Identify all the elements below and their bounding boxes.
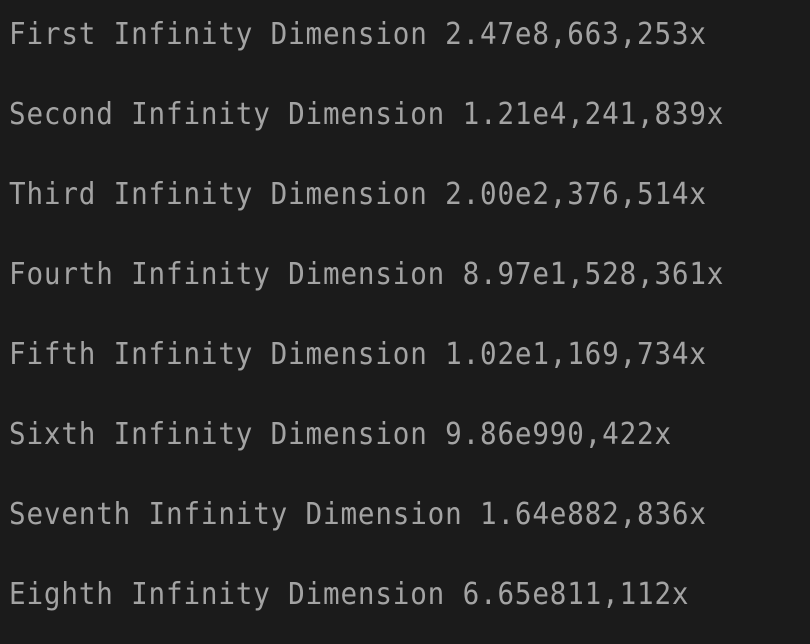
infinity-dimension-list: First Infinity Dimension 2.47e8,663,253x… [0,0,810,644]
dimension-multiplier: 1.02e1,169,734x [445,337,707,372]
dimension-name: Fifth Infinity Dimension [9,337,428,372]
infinity-dimension-1-row: First Infinity Dimension 2.47e8,663,253x [9,15,707,55]
infinity-dimension-8-row: Eighth Infinity Dimension 6.65e811,112x [9,575,689,615]
dimension-multiplier: 1.21e4,241,839x [462,97,725,132]
dimension-name: First Infinity Dimension [9,17,428,52]
infinity-dimension-2-row: Second Infinity Dimension 1.21e4,241,839… [9,95,724,135]
dimension-multiplier: 9.86e990,422x [445,417,672,452]
infinity-dimension-7-row: Seventh Infinity Dimension 1.64e882,836x [9,495,707,535]
infinity-dimension-5-row: Fifth Infinity Dimension 1.02e1,169,734x [9,335,707,375]
dimension-name: Fourth Infinity Dimension [9,257,446,292]
dimension-multiplier: 2.00e2,376,514x [445,177,707,212]
infinity-dimension-3-row: Third Infinity Dimension 2.00e2,376,514x [9,175,707,215]
dimension-name: Third Infinity Dimension [9,177,428,212]
dimension-multiplier: 2.47e8,663,253x [445,17,707,52]
infinity-dimension-6-row: Sixth Infinity Dimension 9.86e990,422x [9,415,672,455]
dimension-name: Sixth Infinity Dimension [9,417,428,452]
dimension-name: Eighth Infinity Dimension [9,577,446,612]
dimension-name: Seventh Infinity Dimension [9,497,463,532]
dimension-multiplier: 1.64e882,836x [480,497,707,532]
infinity-dimension-4-row: Fourth Infinity Dimension 8.97e1,528,361… [9,255,724,295]
dimension-multiplier: 6.65e811,112x [462,577,690,612]
dimension-name: Second Infinity Dimension [9,97,446,132]
dimension-multiplier: 8.97e1,528,361x [462,257,725,292]
